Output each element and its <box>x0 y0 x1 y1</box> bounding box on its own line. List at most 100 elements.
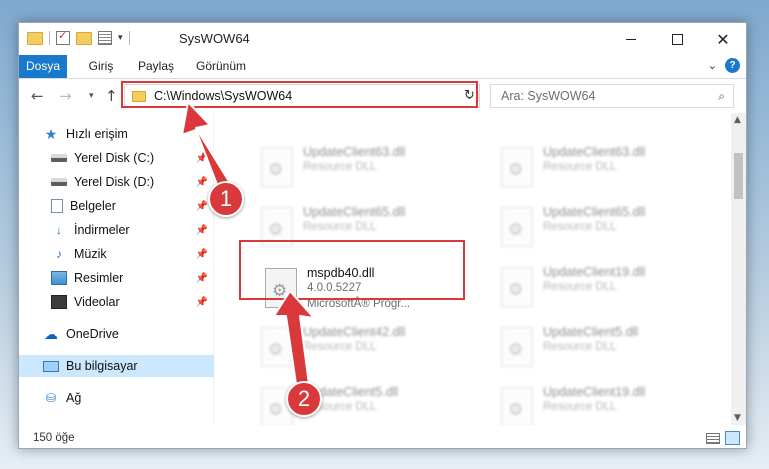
recent-locations-button[interactable]: ▾ <box>89 91 94 101</box>
help-icon[interactable]: ? <box>725 58 740 73</box>
sidebar-item-label: OneDrive <box>66 327 119 341</box>
sidebar-item-network[interactable]: ⛁ Ağ <box>19 387 214 409</box>
dll-file-icon <box>501 327 533 367</box>
sidebar-item-onedrive[interactable]: ☁ OneDrive <box>19 323 214 345</box>
file-item[interactable]: UpdateClient19.dll Resource DLL <box>495 263 725 318</box>
window-controls: ✕ <box>608 23 746 55</box>
dll-file-icon <box>501 267 533 307</box>
search-box[interactable]: Ara: SysWOW64 ⌕ <box>490 84 734 108</box>
navigation-pane: ★ Hızlı erişim Yerel Disk (C:) 📌 Yerel D… <box>19 113 214 425</box>
close-button[interactable]: ✕ <box>700 23 746 55</box>
properties-icon[interactable] <box>56 29 70 45</box>
file-description: Resource DLL <box>303 341 377 353</box>
file-name: UpdateClient19.dll <box>543 265 646 279</box>
sidebar-item-pictures[interactable]: Resimler 📌 <box>19 267 214 289</box>
pin-icon[interactable]: 📌 <box>196 273 208 284</box>
file-name: UpdateClient65.dll <box>303 205 406 219</box>
status-bar: 150 öğe <box>19 425 746 448</box>
sidebar-item-label: Hızlı erişim <box>66 127 128 141</box>
network-icon: ⛁ <box>45 391 57 405</box>
minimize-button[interactable] <box>608 23 654 55</box>
file-item[interactable]: UpdateClient65.dll Resource DLL <box>495 203 725 258</box>
dll-file-icon <box>261 327 293 367</box>
pin-icon[interactable]: 📌 <box>196 153 208 164</box>
back-button[interactable]: ← <box>31 87 44 105</box>
tab-home[interactable]: Giriş <box>81 55 121 78</box>
star-icon: ★ <box>44 126 58 142</box>
new-folder-icon[interactable] <box>76 31 92 45</box>
ribbon-expand-icon[interactable]: ⌄ <box>708 59 717 72</box>
quick-access-toolbar: ▾ <box>27 29 130 45</box>
window-title: SysWOW64 <box>179 31 250 46</box>
qat-divider <box>128 31 130 45</box>
address-highlight-box <box>121 81 478 108</box>
file-description: Resource DLL <box>543 281 617 293</box>
sidebar-item-this-pc[interactable]: Bu bilgisayar <box>19 355 214 377</box>
details-view-icon[interactable] <box>706 433 720 444</box>
file-description: Resource DLL <box>543 401 617 413</box>
file-item[interactable]: UpdateClient63.dll Resource DLL <box>495 143 725 198</box>
file-name: UpdateClient5.dll <box>543 325 639 339</box>
file-item[interactable]: UpdateClient5.dll Resource DLL <box>495 323 725 378</box>
vertical-scrollbar[interactable]: ▲ ▼ <box>731 113 746 425</box>
sidebar-item-label: Yerel Disk (C:) <box>74 151 155 165</box>
pin-icon[interactable]: 📌 <box>196 297 208 308</box>
file-item[interactable]: UpdateClient63.dll Resource DLL <box>255 143 485 198</box>
dll-file-icon <box>261 147 293 187</box>
sidebar-item-local-disk-d[interactable]: Yerel Disk (D:) 📌 <box>19 171 214 193</box>
tab-file[interactable]: Dosya <box>19 55 67 78</box>
search-icon[interactable]: ⌕ <box>718 89 725 104</box>
file-item[interactable]: UpdateClient42.dll Resource DLL <box>255 323 485 378</box>
scroll-down-icon[interactable]: ▼ <box>734 413 741 423</box>
file-description: Resource DLL <box>543 161 617 173</box>
sidebar-item-label: İndirmeler <box>74 223 130 237</box>
dll-file-icon <box>501 387 533 425</box>
file-item[interactable]: UpdateClient19.dll Resource DLL <box>495 383 725 425</box>
pin-icon[interactable]: 📌 <box>196 201 208 212</box>
layout-icon[interactable] <box>98 31 112 45</box>
search-placeholder[interactable]: Ara: SysWOW64 <box>501 89 595 103</box>
file-name: UpdateClient65.dll <box>543 205 646 219</box>
this-pc-icon <box>43 360 59 372</box>
file-name: UpdateClient63.dll <box>303 145 406 159</box>
folder-icon <box>27 31 43 45</box>
large-icons-view-icon[interactable] <box>725 431 740 445</box>
pictures-icon <box>51 271 67 285</box>
sidebar-item-label: Videolar <box>74 295 120 309</box>
sidebar-item-documents[interactable]: Belgeler 📌 <box>19 195 214 217</box>
maximize-button[interactable] <box>654 23 700 55</box>
pin-icon[interactable]: 📌 <box>196 225 208 236</box>
sidebar-item-label: Ağ <box>66 391 82 405</box>
ribbon-tabs: Dosya Giriş Paylaş Görünüm ⌄ ? <box>19 55 746 79</box>
music-icon: ♪ <box>56 247 62 261</box>
ribbon-help-area: ⌄ ? <box>708 58 740 73</box>
sidebar-item-downloads[interactable]: ↓ İndirmeler 📌 <box>19 219 214 241</box>
tab-share[interactable]: Paylaş <box>131 55 181 78</box>
sidebar-item-label: Bu bilgisayar <box>66 359 138 373</box>
sidebar-item-videos[interactable]: Videolar 📌 <box>19 291 214 313</box>
sidebar-item-label: Belgeler <box>70 199 116 213</box>
sidebar-item-local-disk-c[interactable]: Yerel Disk (C:) 📌 <box>19 147 214 169</box>
file-name: UpdateClient63.dll <box>543 145 646 159</box>
up-button[interactable]: ↑ <box>105 87 118 105</box>
sidebar-item-label: Resimler <box>74 271 124 285</box>
sidebar-item-music[interactable]: ♪ Müzik 📌 <box>19 243 214 265</box>
pin-icon[interactable]: 📌 <box>196 177 208 188</box>
file-description: Resource DLL <box>543 221 617 233</box>
dll-file-icon <box>501 207 533 247</box>
pin-icon[interactable]: 📌 <box>196 249 208 260</box>
qat-customize-icon[interactable]: ▾ <box>118 33 123 43</box>
step-2-badge: 2 <box>286 381 322 417</box>
forward-button[interactable]: → <box>59 87 72 105</box>
qat-divider <box>49 31 50 45</box>
navigation-bar: ← → ▾ ↑ C:\Windows\SysWOW64 ⌄ ↻ Ara: Sys… <box>19 80 746 113</box>
scroll-up-icon[interactable]: ▲ <box>734 115 741 125</box>
tab-view[interactable]: Görünüm <box>191 55 251 78</box>
scrollbar-thumb[interactable] <box>734 153 743 199</box>
file-description: Resource DLL <box>303 221 377 233</box>
disk-icon <box>51 178 67 186</box>
document-icon <box>51 199 63 213</box>
file-highlight-box <box>239 240 465 300</box>
download-icon: ↓ <box>56 223 62 237</box>
sidebar-item-quick-access[interactable]: ★ Hızlı erişim <box>19 123 214 145</box>
